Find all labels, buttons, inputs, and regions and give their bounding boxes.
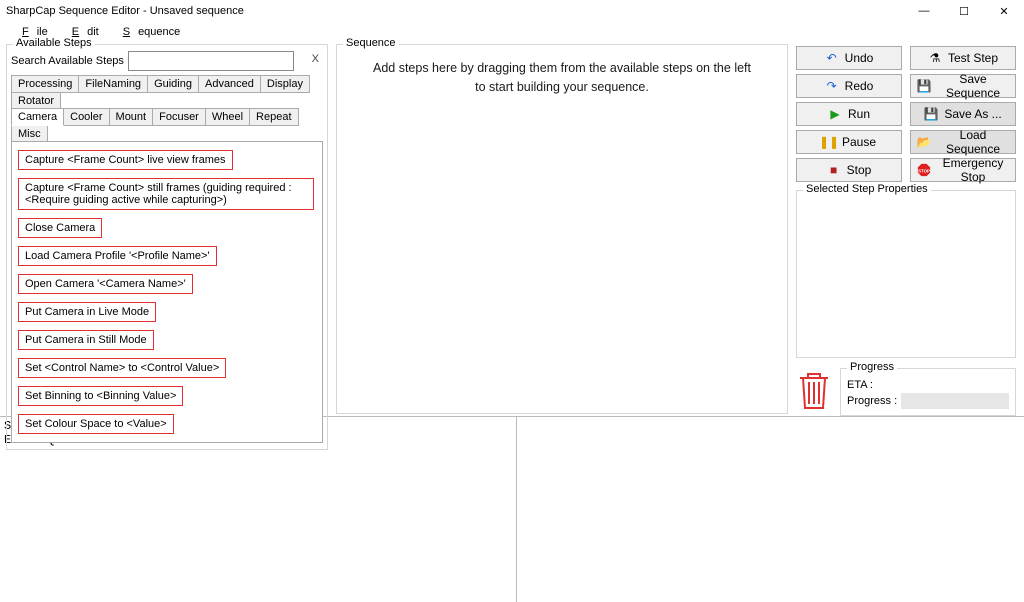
search-label: Search Available Steps bbox=[11, 55, 124, 67]
maximize-button[interactable]: ☐ bbox=[944, 0, 984, 22]
tab-wheel[interactable]: Wheel bbox=[205, 108, 250, 126]
tab-focuser[interactable]: Focuser bbox=[152, 108, 206, 126]
tab-camera[interactable]: Camera bbox=[11, 108, 64, 126]
steps-pane: Capture <Frame Count> live view frames Ca… bbox=[11, 141, 323, 443]
load-sequence-button[interactable]: 📂Load Sequence bbox=[910, 130, 1016, 154]
redo-icon: ↷ bbox=[825, 79, 839, 93]
available-steps-group: Available Steps Search Available Steps X… bbox=[6, 44, 328, 450]
progress-legend: Progress bbox=[847, 361, 897, 373]
progress-bar bbox=[901, 393, 1009, 409]
progress-label: Progress : bbox=[847, 395, 897, 407]
save-icon: 💾 bbox=[917, 79, 931, 93]
steps-list[interactable]: Capture <Frame Count> live view frames Ca… bbox=[16, 146, 318, 438]
pause-icon: ❚❚ bbox=[822, 135, 836, 149]
step-item[interactable]: Open Camera '<Camera Name>' bbox=[18, 274, 193, 294]
stop-sign-icon: STOP bbox=[917, 162, 931, 178]
search-clear-icon[interactable]: X bbox=[312, 53, 319, 65]
step-item[interactable]: Load Camera Profile '<Profile Name>' bbox=[18, 246, 217, 266]
run-button[interactable]: ▶Run bbox=[796, 102, 902, 126]
save-sequence-button[interactable]: 💾Save Sequence bbox=[910, 74, 1016, 98]
step-item[interactable]: Capture <Frame Count> still frames (guid… bbox=[18, 178, 314, 210]
selected-step-properties: Selected Step Properties bbox=[796, 190, 1016, 358]
undo-button[interactable]: ↶Undo bbox=[796, 46, 902, 70]
window-controls: — ☐ ✕ bbox=[904, 0, 1024, 22]
tab-advanced[interactable]: Advanced bbox=[198, 75, 261, 93]
play-icon: ▶ bbox=[828, 107, 842, 121]
tab-guiding[interactable]: Guiding bbox=[147, 75, 199, 93]
progress-group: Progress ETA : Progress : bbox=[840, 368, 1016, 416]
close-button[interactable]: ✕ bbox=[984, 0, 1024, 22]
menu-bar: File Edit Sequence bbox=[0, 22, 1024, 42]
tab-mount[interactable]: Mount bbox=[109, 108, 154, 126]
search-input[interactable] bbox=[128, 51, 294, 71]
emergency-stop-button[interactable]: STOP Emergency Stop bbox=[910, 158, 1016, 182]
tab-processing[interactable]: Processing bbox=[11, 75, 79, 93]
selected-legend: Selected Step Properties bbox=[803, 183, 931, 195]
step-item[interactable]: Set Binning to <Binning Value> bbox=[18, 386, 183, 406]
trash-icon[interactable] bbox=[796, 368, 832, 412]
eta-label: ETA : bbox=[847, 379, 1009, 391]
tabs-row-2: CameraCoolerMountFocuserWheelRepeatMisc bbox=[11, 108, 323, 142]
minimize-button[interactable]: — bbox=[904, 0, 944, 22]
sequence-legend: Sequence bbox=[343, 37, 399, 49]
code-right-pane bbox=[517, 417, 1024, 602]
test-step-button[interactable]: ⚗Test Step bbox=[910, 46, 1016, 70]
step-item[interactable]: Put Camera in Live Mode bbox=[18, 302, 156, 322]
tab-filenaming[interactable]: FileNaming bbox=[78, 75, 148, 93]
available-steps-legend: Available Steps bbox=[13, 37, 95, 49]
tab-display[interactable]: Display bbox=[260, 75, 310, 93]
menu-sequence[interactable]: Sequence bbox=[107, 24, 189, 40]
window-title: SharpCap Sequence Editor - Unsaved seque… bbox=[6, 5, 244, 17]
undo-icon: ↶ bbox=[825, 51, 839, 65]
stop-button[interactable]: ■Stop bbox=[796, 158, 902, 182]
flask-icon: ⚗ bbox=[928, 51, 942, 65]
save-as-icon: 💾 bbox=[924, 107, 938, 121]
tab-cooler[interactable]: Cooler bbox=[63, 108, 109, 126]
step-item[interactable]: Close Camera bbox=[18, 218, 102, 238]
sequence-group[interactable]: Sequence Add steps here by dragging them… bbox=[336, 44, 788, 414]
sequence-placeholder: Add steps here by dragging them from the… bbox=[337, 45, 787, 111]
step-item[interactable]: Set <Control Name> to <Control Value> bbox=[18, 358, 226, 378]
folder-open-icon: 📂 bbox=[917, 135, 931, 149]
title-bar: SharpCap Sequence Editor - Unsaved seque… bbox=[0, 0, 1024, 22]
step-item[interactable]: Put Camera in Still Mode bbox=[18, 330, 154, 350]
tab-repeat[interactable]: Repeat bbox=[249, 108, 298, 126]
redo-button[interactable]: ↷Redo bbox=[796, 74, 902, 98]
step-item[interactable]: Set Colour Space to <Value> bbox=[18, 414, 174, 434]
save-as-button[interactable]: 💾Save As ... bbox=[910, 102, 1016, 126]
tabs-row-1: ProcessingFileNamingGuidingAdvancedDispl… bbox=[11, 75, 323, 109]
step-item[interactable]: Capture <Frame Count> live view frames bbox=[18, 150, 233, 170]
svg-text:STOP: STOP bbox=[918, 169, 930, 174]
stop-icon: ■ bbox=[827, 163, 841, 177]
pause-button[interactable]: ❚❚Pause bbox=[796, 130, 902, 154]
